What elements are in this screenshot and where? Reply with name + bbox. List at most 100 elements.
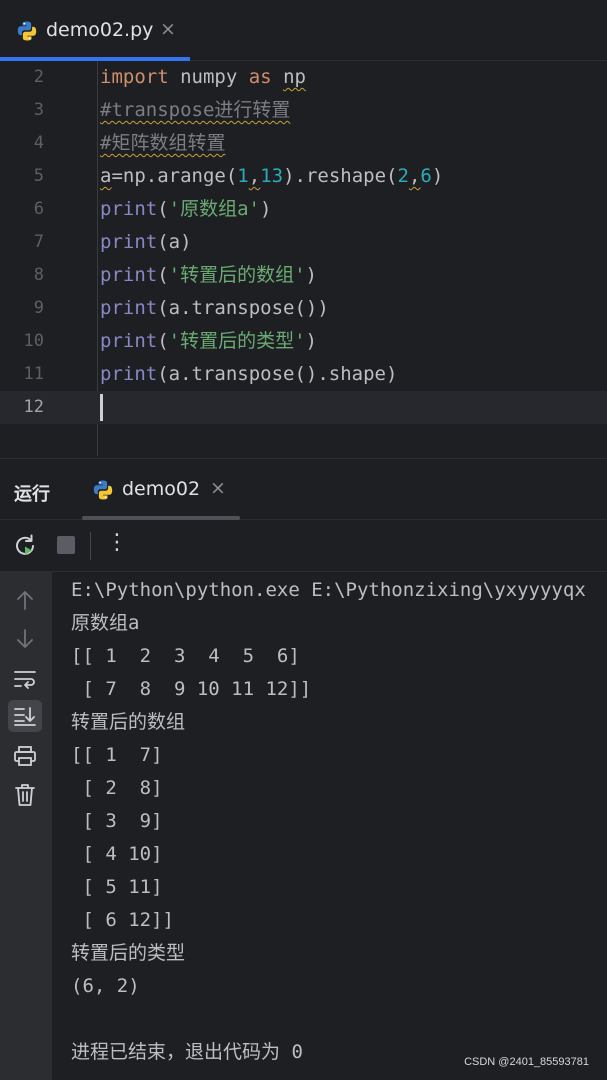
arrow-up-icon[interactable] xyxy=(8,584,42,616)
code-text: print('原数组a') xyxy=(100,193,271,226)
python-file-icon xyxy=(16,20,38,46)
line-number: 12 xyxy=(23,397,44,417)
console-line: [[ 1 7] xyxy=(71,744,163,766)
code-token: numpy xyxy=(168,66,249,88)
run-panel-header: 运行 demo02 × xyxy=(0,458,607,520)
code-token: print xyxy=(100,198,158,220)
code-text: print('转置后的类型') xyxy=(100,325,317,358)
code-token: '转置后的数组' xyxy=(168,264,306,286)
code-token: print xyxy=(100,363,158,385)
code-text: print(a.transpose().shape) xyxy=(100,358,397,391)
code-text: a=np.arange(1,13).reshape(2,6) xyxy=(100,160,443,193)
line-number: 10 xyxy=(23,331,44,351)
console-output[interactable]: E:\Python\python.exe E:\Pythonzixing\yxy… xyxy=(52,572,607,1080)
scroll-to-end-icon[interactable] xyxy=(8,700,42,732)
run-panel-label: 运行 xyxy=(14,484,50,505)
code-token: 13 xyxy=(260,165,284,187)
code-line[interactable]: 11 print(a.transpose().shape) xyxy=(0,358,607,391)
code-token: ( xyxy=(157,264,169,286)
code-token: #矩阵数组转置 xyxy=(100,132,226,154)
console-line: E:\Python\python.exe E:\Pythonzixing\yxy… xyxy=(71,579,586,601)
code-line[interactable]: 8 print('转置后的数组') xyxy=(0,259,607,292)
console-line: 转置后的数组 xyxy=(71,711,186,733)
code-line[interactable]: 2 import numpy as np xyxy=(0,61,607,94)
code-line[interactable]: 5 a=np.arange(1,13).reshape(2,6) xyxy=(0,160,607,193)
code-token: , xyxy=(248,165,261,187)
code-token: ) xyxy=(259,198,272,220)
code-token: #transpose进行转置 xyxy=(100,99,291,121)
text-caret xyxy=(100,394,103,421)
code-token: print xyxy=(100,264,158,286)
line-number: 4 xyxy=(33,133,44,153)
code-line[interactable]: 3 #transpose进行转置 xyxy=(0,94,607,127)
code-line[interactable]: 7 print(a) xyxy=(0,226,607,259)
code-token: =np.arange( xyxy=(111,165,238,187)
code-token: np xyxy=(283,66,306,88)
code-token: 1 xyxy=(237,165,249,187)
code-token: ).reshape( xyxy=(283,165,398,187)
code-line[interactable]: 4 #矩阵数组转置 xyxy=(0,127,607,160)
console-line: (6, 2) xyxy=(71,975,140,997)
python-file-icon xyxy=(92,479,114,505)
code-line[interactable]: 10 print('转置后的类型') xyxy=(0,325,607,358)
run-tab-title: demo02 xyxy=(122,478,201,500)
close-icon[interactable]: × xyxy=(160,18,176,40)
code-token: as xyxy=(248,66,272,88)
line-number: 11 xyxy=(23,364,44,384)
console-line: [ 4 10] xyxy=(71,843,163,865)
code-text: #transpose进行转置 xyxy=(100,94,290,127)
run-tab-demo02[interactable]: demo02 × xyxy=(82,459,240,520)
more-options-icon[interactable]: ⋮ xyxy=(104,530,130,556)
line-number: 2 xyxy=(33,67,44,87)
rerun-icon[interactable] xyxy=(12,532,38,558)
soft-wrap-icon[interactable] xyxy=(8,663,42,695)
code-token: ) xyxy=(305,330,317,352)
line-number: 5 xyxy=(33,166,44,186)
line-number: 9 xyxy=(33,298,44,318)
stop-icon[interactable] xyxy=(53,532,79,558)
code-text: import numpy as np xyxy=(100,61,306,94)
code-token: 2 xyxy=(397,165,409,187)
watermark: CSDN @2401_85593781 xyxy=(464,1056,589,1068)
console-line: 原数组a xyxy=(71,612,140,634)
code-token: (a) xyxy=(157,231,192,253)
code-token: , xyxy=(408,165,421,187)
code-text: print('转置后的数组') xyxy=(100,259,317,292)
console-line: [ 5 11] xyxy=(71,876,163,898)
console-side-toolbar xyxy=(0,572,52,1080)
code-token: (a.transpose()) xyxy=(157,297,329,319)
console-line: [ 7 8 9 10 11 12]] xyxy=(71,678,312,700)
code-token: print xyxy=(100,297,158,319)
console-line: 转置后的类型 xyxy=(71,942,186,964)
arrow-down-icon[interactable] xyxy=(8,623,42,655)
print-icon[interactable] xyxy=(8,740,42,772)
console-line: [ 6 12]] xyxy=(71,909,174,931)
code-token: import xyxy=(100,66,169,88)
code-line[interactable]: 12 xyxy=(0,391,607,424)
line-number: 7 xyxy=(33,232,44,252)
editor-tab-bar: demo02.py × xyxy=(0,0,607,61)
line-number: 3 xyxy=(33,100,44,120)
code-token: ( xyxy=(157,330,169,352)
close-icon[interactable]: × xyxy=(210,477,226,499)
code-text: print(a) xyxy=(100,226,192,259)
code-token: '原数组a' xyxy=(168,198,260,220)
console-line: 进程已结束，退出代码为 0 xyxy=(71,1041,303,1063)
editor-tab-demo02[interactable]: demo02.py × xyxy=(0,0,190,61)
console-line: [ 3 9] xyxy=(71,810,163,832)
code-line[interactable]: 6 print('原数组a') xyxy=(0,193,607,226)
code-text: print(a.transpose()) xyxy=(100,292,329,325)
line-number: 6 xyxy=(33,199,44,219)
code-editor[interactable]: 2 import numpy as np 3 #transpose进行转置 4 #矩阵数组… xyxy=(0,61,607,456)
code-token: 6 xyxy=(420,165,432,187)
code-token: ( xyxy=(157,198,169,220)
code-line[interactable]: 9 print(a.transpose()) xyxy=(0,292,607,325)
code-token: ) xyxy=(431,165,444,187)
code-token: print xyxy=(100,231,158,253)
trash-icon[interactable] xyxy=(8,779,42,811)
code-token: a xyxy=(100,165,112,187)
code-token: ) xyxy=(305,264,317,286)
editor-tab-title: demo02.py xyxy=(46,19,154,41)
toolbar-separator xyxy=(90,532,91,560)
